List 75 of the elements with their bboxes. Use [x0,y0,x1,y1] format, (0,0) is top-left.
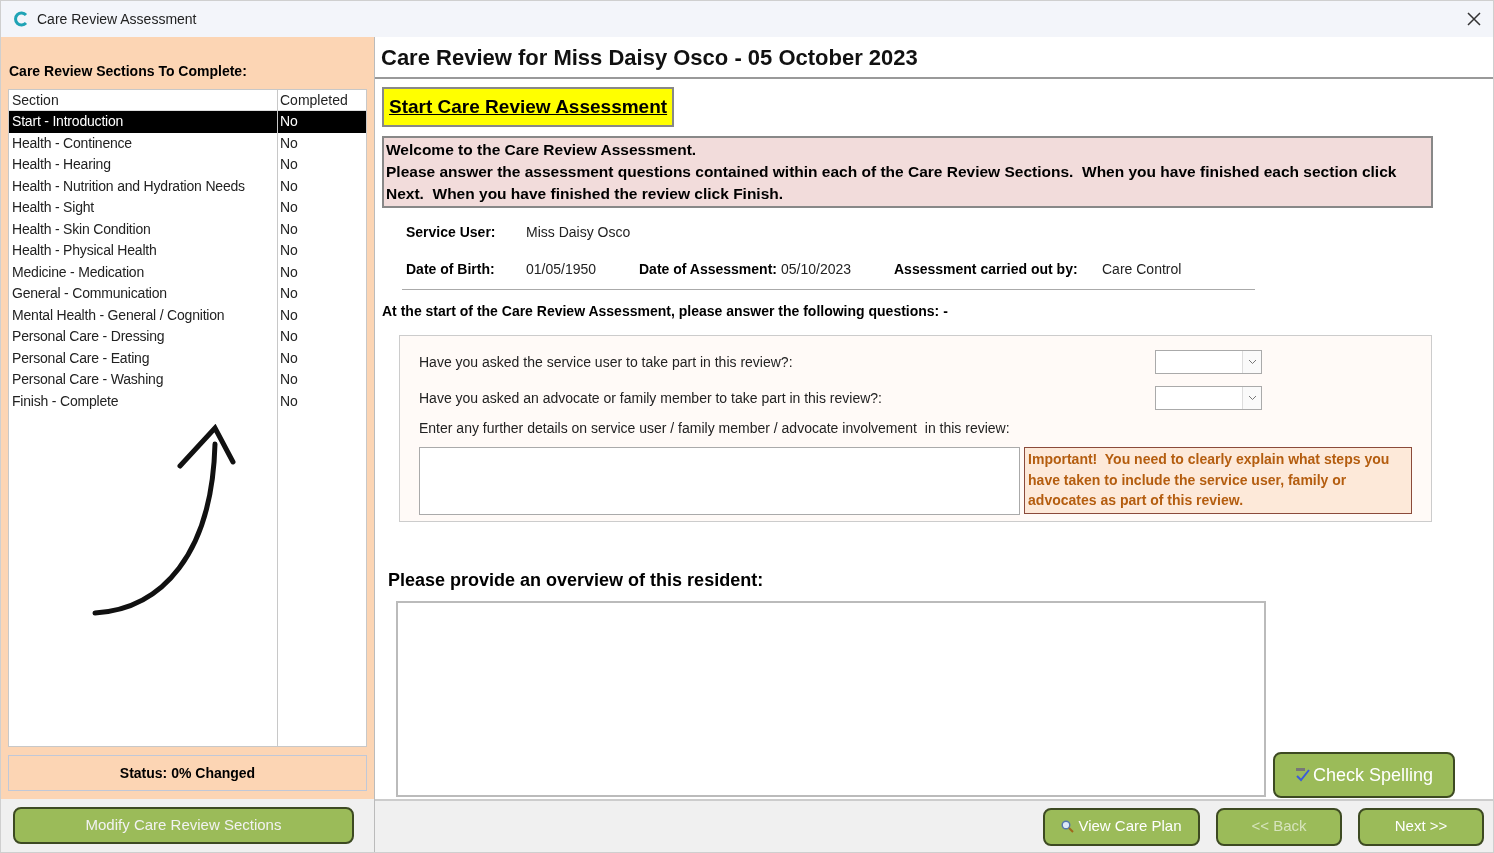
section-cell-text: Health - Hearing [11,155,112,175]
completed-cell-text: No [279,305,298,325]
completed-cell-text: No [279,219,298,239]
table-row[interactable]: Medicine - Medication No [9,261,366,283]
table-row[interactable]: Personal Care - Washing No [9,369,366,391]
table-row[interactable]: Health - Nutrition and Hydration Needs No [9,175,366,197]
dropdown-field[interactable] [1155,350,1262,374]
start-assessment-link[interactable]: Start Care Review Assessment [382,87,674,127]
spellcheck-icon [1294,768,1311,782]
completed-cell-text: No [279,284,298,304]
overview-field[interactable] [396,601,1266,797]
details-field[interactable] [419,447,1021,515]
completed-cell-text: No [279,391,298,411]
section-cell-text: Personal Care - Dressing [11,327,166,347]
field-label: Date of Birth: [406,260,496,279]
section-cell-text: General - Communication [11,284,168,304]
table-row[interactable]: Personal Care - Dressing No [9,326,366,348]
field-label: Assessment carried out by: [894,260,1079,279]
completed-cell-text: No [279,176,298,196]
table-row[interactable]: Health - Skin Condition No [9,218,366,240]
chevron-down-icon [1247,359,1257,365]
table-row[interactable]: Health - Physical Health No [9,240,366,262]
question-text: Enter any further details on service user / family member / advocate involvement in this review: [419,419,1011,438]
search-icon [1061,820,1075,833]
table-row[interactable]: Health - Sight No [9,197,366,219]
instructions-text: At the start of the Care Review Assessment, please answer the following questions: - [382,302,949,321]
table-row[interactable]: General - Communication No [9,283,366,305]
completed-cell-text: No [279,370,298,390]
completed-cell-text: No [279,262,298,282]
completed-cell-text: No [279,198,298,218]
overview-label: Please provide an overview of this resident: [388,569,765,592]
app-logo-icon [13,11,29,27]
field-value: 05/10/2023 [781,260,853,279]
completed-cell-text: No [279,112,298,132]
section-cell-text: Personal Care - Washing [11,370,165,390]
table-row[interactable]: Health - Continence No [9,132,366,154]
section-cell-text: Health - Nutrition and Hydration Needs [11,176,246,196]
window-title: Care Review Assessment [37,9,197,29]
section-cell-text: Health - Continence [11,133,133,153]
table-row[interactable]: Finish - Complete No [9,390,366,412]
warning-note: Important! You need to clearly explain what steps you have taken to include the service user, family or advocates as part of this review. [1024,447,1412,514]
field-value: Miss Daisy Osco [526,223,632,242]
completed-cell-text: No [279,241,298,261]
welcome-text: Please answer the assessment questions contained within each of the Care Review Sections. When you have finished each section click Next. When you have finished the review click Finish. [386,162,1398,204]
section-cell-text: Medicine - Medication [11,262,145,282]
section-cell-text: Health - Physical Health [11,241,158,261]
sidebar-heading: Care Review Sections To Complete: [9,62,248,81]
section-cell-text: Health - Sight [11,198,96,218]
completed-cell-text: No [279,348,298,368]
field-value: Care Control [1102,260,1183,279]
field-value: 01/05/1950 [526,260,598,279]
close-icon[interactable] [1467,12,1481,26]
status-label: Status: 0% Changed [8,755,367,791]
completed-cell-text: No [279,133,298,153]
field-label: Date of Assessment: [639,260,778,279]
welcome-heading: Welcome to the Care Review Assessment. [386,140,698,160]
table-row[interactable]: Start - Introduction No [9,111,366,133]
table-row[interactable]: Mental Health - General / Cognition No [9,304,366,326]
section-cell-text: Finish - Complete [11,391,120,411]
chevron-down-icon [1247,395,1257,401]
section-cell-text: Mental Health - General / Cognition [11,305,226,325]
completed-cell-text: No [279,155,298,175]
section-cell-text: Personal Care - Eating [11,348,151,368]
question-text: Have you asked the service user to take part in this review?: [419,352,793,372]
table-row[interactable]: Health - Hearing No [9,154,366,176]
completed-cell-text: No [279,327,298,347]
dropdown-field[interactable] [1155,386,1262,410]
section-cell-text: Start - Introduction [11,112,125,132]
field-label: Service User: [406,223,497,242]
page-heading: Care Review for Miss Daisy Osco - 05 October 2023 [381,43,918,72]
question-text: Have you asked an advocate or family member to take part in this review?: [419,388,882,408]
column-header: Completed [279,90,348,110]
column-header: Section [11,90,60,110]
table-row[interactable]: Personal Care - Eating No [9,347,366,369]
section-cell-text: Health - Skin Condition [11,219,152,239]
